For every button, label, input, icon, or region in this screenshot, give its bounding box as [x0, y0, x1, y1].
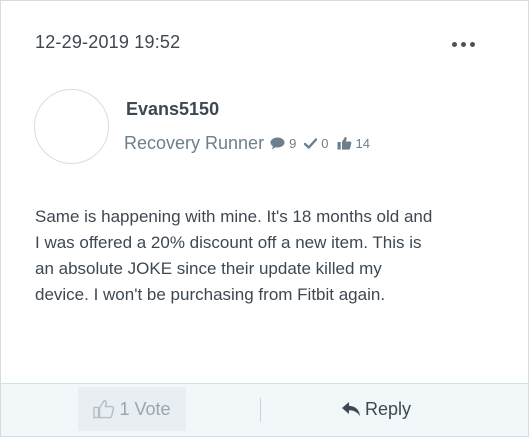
avatar[interactable] — [34, 89, 109, 164]
messages-count: 9 — [289, 135, 297, 151]
post-body: Same is happening with mine. It's 18 mon… — [35, 207, 433, 304]
author-rank-row: Recovery Runner 9 0 14 — [124, 132, 378, 154]
menu-dot — [460, 41, 466, 47]
forum-post: 12-29-2019 19:52 Evans5150 Recovery Runn… — [0, 0, 529, 437]
messages-stat: 9 — [270, 136, 296, 151]
reply-label: Reply — [365, 398, 412, 419]
solutions-count: 0 — [321, 135, 329, 151]
thumbs-up-icon — [337, 136, 351, 150]
thumbs-up-outline-icon — [93, 400, 115, 419]
solutions-stat: 0 — [304, 135, 329, 151]
reply-button[interactable]: Reply — [341, 391, 411, 427]
kudos-count: 14 — [355, 135, 370, 151]
vote-button[interactable]: 1 Vote — [78, 387, 186, 431]
speech-bubble-icon — [270, 137, 285, 149]
post-footer: 1 Vote Reply — [1, 383, 528, 436]
menu-dot — [469, 41, 475, 47]
footer-divider — [260, 398, 261, 422]
author-username[interactable]: Evans5150 — [126, 99, 219, 120]
menu-dot — [451, 41, 457, 47]
vote-label: 1 Vote — [119, 398, 171, 419]
reply-arrow-icon — [342, 402, 360, 416]
author-rank: Recovery Runner — [124, 132, 265, 153]
more-options-icon[interactable] — [448, 37, 478, 51]
post-date: 12-29-2019 19:52 — [35, 32, 181, 52]
checkmark-icon — [304, 137, 318, 149]
kudos-stat: 14 — [337, 136, 370, 151]
